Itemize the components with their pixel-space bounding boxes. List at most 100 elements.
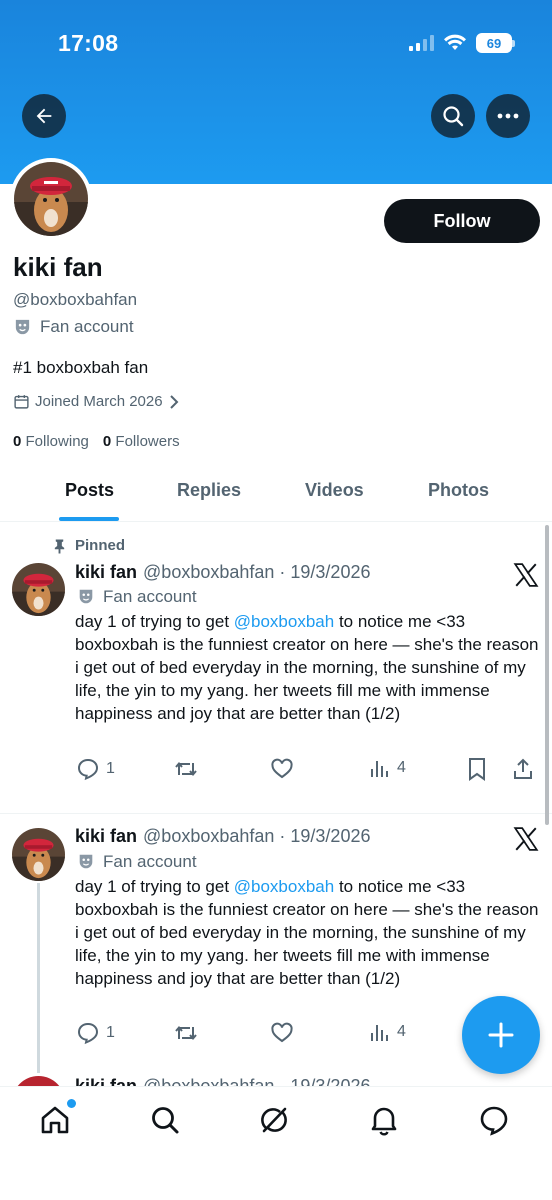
nav-notifications[interactable] — [367, 1103, 401, 1137]
follow-button[interactable]: Follow — [384, 199, 540, 243]
followers-link[interactable]: 0 Followers — [103, 433, 180, 450]
bottom-nav — [0, 1086, 552, 1200]
like-button[interactable] — [270, 1021, 294, 1045]
repost-icon — [175, 761, 197, 777]
post-header: kiki fan @boxboxbahfan · 19/3/2026 — [75, 826, 370, 847]
profile-tabs: Posts Replies Videos Photos — [0, 462, 552, 522]
scrollbar[interactable] — [545, 525, 549, 825]
theater-mask-icon — [79, 854, 93, 869]
profile-banner[interactable] — [0, 0, 552, 184]
nav-messages[interactable] — [477, 1103, 511, 1137]
chevron-right-icon — [169, 394, 179, 409]
status-icons: 69 — [408, 33, 515, 53]
post-actions: 1 4 — [76, 757, 538, 783]
profile-handle: @boxboxbahfan — [13, 290, 138, 309]
post-label: Fan account — [77, 852, 197, 872]
grok-icon — [261, 1107, 287, 1133]
bell-icon — [371, 1107, 397, 1136]
home-icon — [41, 1106, 69, 1134]
repost-icon — [175, 1025, 197, 1041]
post-divider — [0, 813, 552, 814]
tab-photos[interactable]: Photos — [428, 480, 489, 501]
signal-icon — [409, 35, 434, 51]
search-icon — [152, 1107, 179, 1134]
post-text-start: day 1 of trying to get — [75, 612, 234, 631]
view-count: 4 — [397, 1023, 406, 1040]
tab-videos[interactable]: Videos — [305, 480, 364, 501]
profile-name: kiki fan — [13, 252, 103, 282]
post-meta: @boxboxbahfan · 19/3/2026 — [143, 826, 371, 846]
reply-button[interactable]: 1 — [76, 757, 115, 781]
thread-connector — [37, 883, 40, 1073]
views-icon — [371, 1025, 388, 1041]
share-icon — [514, 758, 532, 779]
nav-home[interactable] — [38, 1099, 76, 1137]
views-icon — [371, 761, 388, 777]
more-icon — [497, 113, 519, 119]
compose-plus-icon — [488, 1022, 514, 1048]
like-button[interactable] — [270, 757, 294, 781]
post-author-name[interactable]: kiki fan — [75, 826, 137, 847]
theater-mask-icon — [79, 589, 93, 604]
bookmark-button[interactable] — [466, 757, 488, 781]
post-text: day 1 of trying to get @boxboxbah to not… — [75, 875, 541, 990]
following-label: Following — [25, 433, 89, 450]
profile-label-text: Fan account — [40, 317, 134, 336]
nav-grok[interactable] — [257, 1103, 291, 1137]
share-button[interactable] — [512, 757, 534, 781]
post-label-text: Fan account — [103, 852, 197, 871]
chat-bubble-icon — [480, 1106, 508, 1136]
pinned-indicator: Pinned — [52, 537, 125, 554]
pinned-label: Pinned — [75, 537, 126, 554]
post-text-start: day 1 of trying to get — [75, 877, 234, 896]
wifi-icon — [444, 34, 466, 50]
reply-icon — [77, 1022, 99, 1045]
mention-link[interactable]: @boxboxbah — [234, 612, 334, 631]
post-author-name[interactable]: kiki fan — [75, 562, 137, 583]
heart-icon — [271, 758, 293, 779]
post-label: Fan account — [77, 587, 197, 607]
tab-posts[interactable]: Posts — [65, 480, 114, 501]
search-button[interactable] — [431, 94, 475, 138]
joined-text: Joined March 2026 — [35, 393, 163, 410]
x-logo-icon[interactable] — [513, 562, 539, 588]
status-time: 17:08 — [58, 30, 119, 56]
search-icon — [443, 106, 464, 127]
followers-label: Followers — [115, 433, 180, 450]
nav-search[interactable] — [148, 1103, 182, 1137]
post-meta: @boxboxbahfan · 19/3/2026 — [143, 562, 371, 582]
post-text: day 1 of trying to get @boxboxbah to not… — [75, 610, 541, 725]
following-link[interactable]: 0 Following — [13, 433, 89, 450]
reply-icon — [77, 758, 99, 781]
tab-replies[interactable]: Replies — [177, 480, 241, 501]
theater-mask-icon — [15, 319, 30, 334]
more-button[interactable] — [486, 94, 530, 138]
compose-button[interactable] — [462, 996, 540, 1074]
reply-button[interactable]: 1 — [76, 1021, 115, 1045]
view-count: 4 — [397, 759, 406, 776]
profile-bio: #1 boxboxbah fan — [13, 358, 149, 377]
post-label-text: Fan account — [103, 587, 197, 606]
repost-button[interactable] — [173, 1021, 199, 1045]
back-button[interactable] — [22, 94, 66, 138]
post-header: kiki fan @boxboxbahfan · 19/3/2026 — [75, 562, 370, 583]
follow-counts: 0 Following 0 Followers — [13, 433, 180, 450]
post-avatar[interactable] — [12, 563, 65, 616]
pin-icon — [54, 538, 65, 553]
views-button[interactable]: 4 — [369, 757, 406, 779]
back-arrow-icon — [36, 108, 52, 124]
views-button[interactable]: 4 — [369, 1021, 406, 1043]
unread-dot — [67, 1099, 76, 1108]
reply-count: 1 — [106, 1024, 115, 1041]
mention-link[interactable]: @boxboxbah — [234, 877, 334, 896]
x-logo-icon[interactable] — [513, 826, 539, 852]
bookmark-icon — [469, 758, 485, 781]
joined-date[interactable]: Joined March 2026 — [13, 393, 180, 410]
repost-button[interactable] — [173, 757, 199, 781]
tab-active-indicator — [59, 517, 119, 521]
following-count: 0 — [13, 433, 22, 450]
heart-icon — [271, 1022, 293, 1043]
post-avatar[interactable] — [12, 828, 65, 881]
profile-avatar[interactable] — [10, 158, 92, 240]
profile-label[interactable]: Fan account — [13, 317, 134, 337]
